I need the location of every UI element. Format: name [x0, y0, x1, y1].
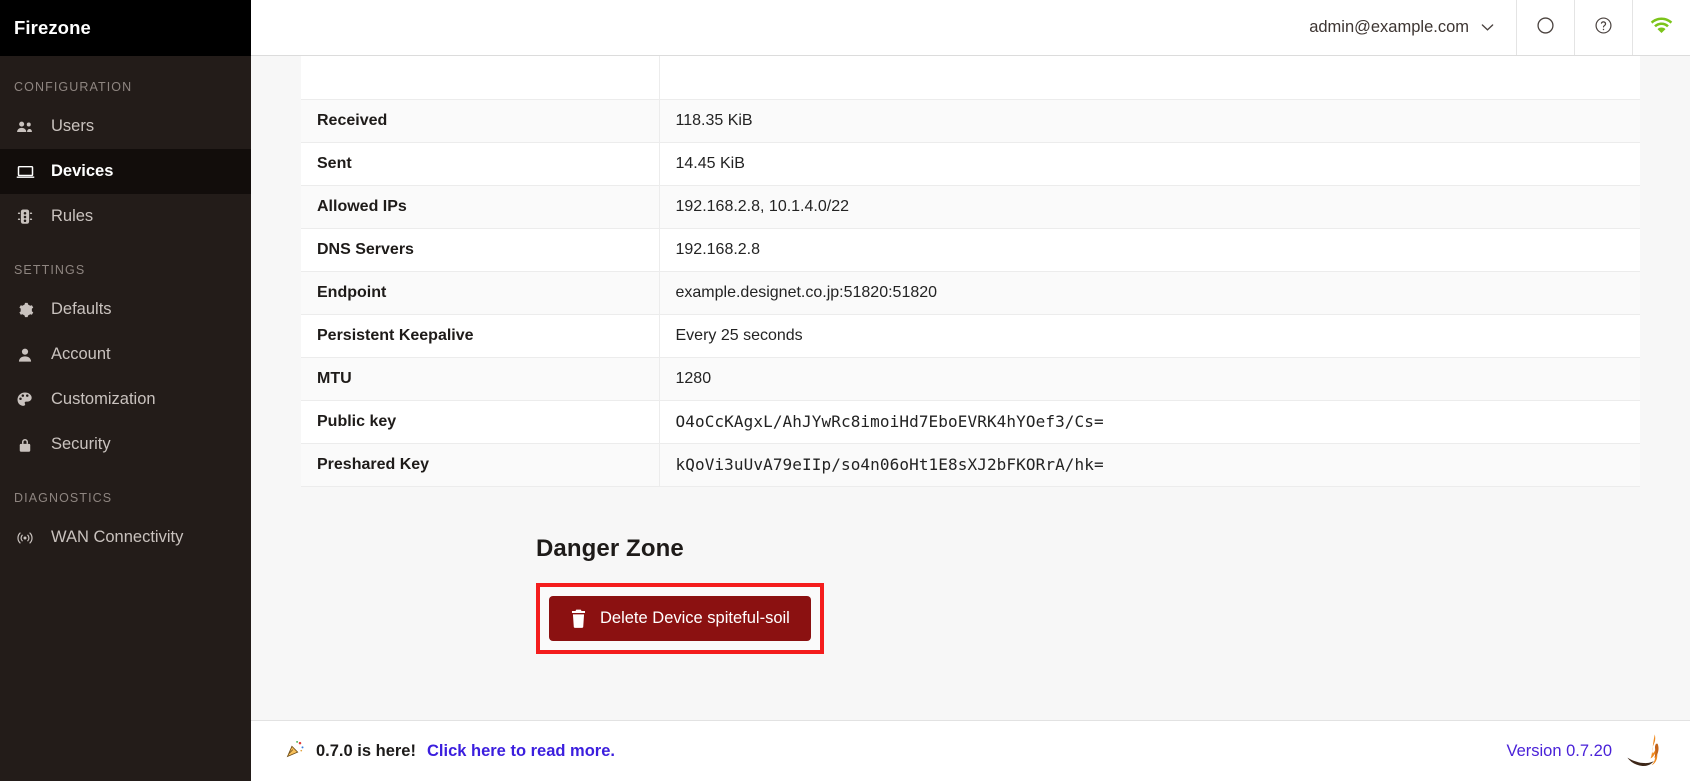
sidebar-item-label: Rules: [51, 207, 94, 225]
table-row: MTU 1280: [301, 357, 1640, 401]
brand-title: Firezone: [14, 17, 91, 38]
table-cell-value: Every 25 seconds: [659, 314, 1640, 358]
table-cell-key: MTU: [301, 357, 660, 401]
trash-icon: [570, 609, 587, 628]
sidebar-item-label: Users: [51, 117, 95, 135]
palette-icon: [14, 389, 36, 411]
sidebar-section-diagnostics-label: DIAGNOSTICS: [14, 491, 113, 505]
sidebar-section-settings-label: SETTINGS: [14, 263, 86, 277]
table-cell-value: 14.45 KiB: [659, 142, 1640, 186]
table-cell-key: Received: [301, 99, 660, 143]
wifi-icon: [1650, 16, 1673, 39]
sidebar-item-devices[interactable]: Devices: [0, 149, 251, 194]
table-cell-value: 192.168.2.8: [659, 228, 1640, 272]
sidebar-item-users[interactable]: Users: [0, 104, 251, 149]
table-row: Endpoint example.designet.co.jp:51820:51…: [301, 271, 1640, 315]
table-cell-key: Sent: [301, 142, 660, 186]
delete-button-highlight: Delete Device spiteful-soil: [536, 582, 824, 654]
help-button[interactable]: [1574, 0, 1632, 55]
table-row: Allowed IPs 192.168.2.8, 10.1.4.0/22: [301, 185, 1640, 229]
table-row: DNS Servers 192.168.2.8: [301, 228, 1640, 272]
table-cell-value: [659, 56, 1640, 100]
sidebar-item-customization[interactable]: Customization: [0, 377, 251, 422]
broadcast-icon: [14, 527, 36, 549]
sidebar-item-label: Devices: [51, 162, 114, 180]
traffic-light-icon: [14, 206, 36, 228]
sidebar-section-configuration-label: CONFIGURATION: [14, 80, 133, 94]
table-cell-value-public-key: O4oCcKAgxL/AhJYwRc8imoiHd7EboEVRK4hYOef3…: [659, 400, 1640, 444]
table-cell-key: Persistent Keepalive: [301, 314, 660, 358]
gear-icon: [14, 299, 36, 321]
content-scroll-area[interactable]: Received 118.35 KiB Sent 14.45 KiB Allow…: [251, 56, 1690, 720]
sidebar-item-label: Defaults: [51, 300, 112, 318]
delete-device-button[interactable]: Delete Device spiteful-soil: [549, 595, 811, 641]
table-cell-value-preshared-key: kQoVi3uUvA79eIIp/so4n06oHt1E8sXJ2bFKORrA…: [659, 443, 1640, 487]
table-cell-key: [301, 56, 660, 100]
table-cell-key: Preshared Key: [301, 443, 660, 487]
table-row-partial: [301, 56, 1640, 100]
table-cell-key: Endpoint: [301, 271, 660, 315]
table-cell-value: example.designet.co.jp:51820:51820: [659, 271, 1640, 315]
sidebar-item-label: Security: [51, 435, 111, 453]
device-detail-table-wrapper: Received 118.35 KiB Sent 14.45 KiB Allow…: [301, 56, 1640, 487]
table-row: Public key O4oCcKAgxL/AhJYwRc8imoiHd7Ebo…: [301, 400, 1640, 444]
footer-read-more-link[interactable]: Click here to read more.: [427, 742, 615, 761]
lock-icon: [14, 434, 36, 456]
table-cell-key: Public key: [301, 400, 660, 444]
sidebar: Firezone CONFIGURATION Users Devices Rul…: [0, 0, 251, 781]
sidebar-item-account[interactable]: Account: [0, 332, 251, 377]
circle-icon: [1536, 16, 1555, 40]
footer: 0.7.0 is here! Click here to read more. …: [251, 720, 1690, 781]
table-cell-value: 1280: [659, 357, 1640, 401]
footer-announcement-text: 0.7.0 is here!: [316, 741, 416, 760]
table-cell-key: Allowed IPs: [301, 185, 660, 229]
wifi-status-button[interactable]: [1632, 0, 1690, 55]
table-cell-value: 192.168.2.8, 10.1.4.0/22: [659, 185, 1640, 229]
party-popper-icon: [285, 739, 305, 763]
table-row: Received 118.35 KiB: [301, 99, 1640, 143]
sidebar-item-wan-connectivity[interactable]: WAN Connectivity: [0, 515, 251, 560]
sidebar-item-defaults[interactable]: Defaults: [0, 287, 251, 332]
sidebar-item-label: WAN Connectivity: [51, 528, 184, 546]
table-row: Preshared Key kQoVi3uUvA79eIIp/so4n06oHt…: [301, 443, 1640, 487]
footer-version-label: Version 0.7.20: [1506, 741, 1613, 760]
user-email-label: admin@example.com: [1309, 18, 1469, 36]
sidebar-item-security[interactable]: Security: [0, 422, 251, 467]
main-area: admin@example.com Received 118.35 KiB Se…: [251, 0, 1690, 781]
danger-zone-title: Danger Zone: [536, 534, 684, 562]
user-menu-button[interactable]: admin@example.com: [1287, 0, 1516, 55]
sidebar-item-label: Customization: [51, 390, 156, 408]
sidebar-item-label: Account: [51, 345, 111, 363]
firezone-flame-icon: [1626, 731, 1668, 772]
users-icon: [14, 116, 36, 138]
device-detail-table-body: Received 118.35 KiB Sent 14.45 KiB Allow…: [301, 56, 1640, 487]
help-circle-icon: [1594, 16, 1613, 40]
status-circle-button[interactable]: [1516, 0, 1574, 55]
topbar: admin@example.com: [251, 0, 1690, 56]
app-root: Firezone CONFIGURATION Users Devices Rul…: [0, 0, 1690, 781]
device-detail-table: Received 118.35 KiB Sent 14.45 KiB Allow…: [301, 56, 1640, 487]
delete-device-button-label: Delete Device spiteful-soil: [600, 608, 790, 627]
table-cell-value: 118.35 KiB: [659, 99, 1640, 143]
danger-zone-section: Danger Zone Delete Device spiteful-soil: [536, 535, 1690, 654]
table-cell-key: DNS Servers: [301, 228, 660, 272]
person-icon: [14, 344, 36, 366]
footer-announcement: 0.7.0 is here! Click here to read more.: [285, 739, 615, 763]
table-row: Persistent Keepalive Every 25 seconds: [301, 314, 1640, 358]
table-row: Sent 14.45 KiB: [301, 142, 1640, 186]
sidebar-item-rules[interactable]: Rules: [0, 194, 251, 239]
footer-version-area: Version 0.7.20: [1507, 731, 1669, 772]
laptop-icon: [14, 161, 36, 183]
chevron-down-icon: [1481, 22, 1494, 34]
brand-header[interactable]: Firezone: [0, 0, 251, 56]
